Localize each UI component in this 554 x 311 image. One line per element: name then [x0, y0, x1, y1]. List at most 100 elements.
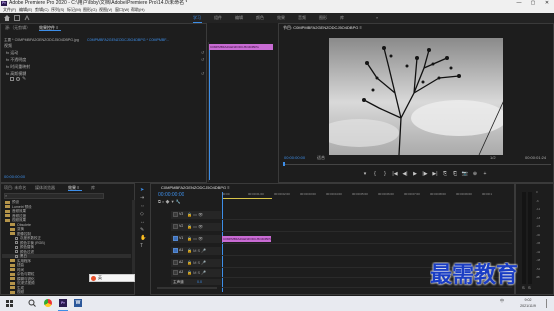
- effects-tree-item[interactable]: 时间: [2, 268, 131, 272]
- track-target-toggle[interactable]: [173, 224, 178, 229]
- effects-tree-item[interactable]: 预设: [2, 200, 131, 204]
- export-frame-button[interactable]: 📷: [461, 170, 469, 178]
- track-target-toggle[interactable]: [173, 270, 178, 275]
- reset-icon[interactable]: ↺: [201, 50, 204, 56]
- step-forward-button[interactable]: |▶: [421, 170, 429, 178]
- effects-tree-item[interactable]: 音频过渡: [2, 214, 131, 218]
- chrome-icon[interactable]: [44, 299, 52, 307]
- effects-tree-item[interactable]: Lumetri 预设: [2, 205, 131, 209]
- slip-tool-icon[interactable]: ↔: [140, 219, 145, 225]
- track-select-tool-icon[interactable]: ⇥: [140, 195, 144, 201]
- ime-toolbar[interactable]: 英: [89, 274, 135, 282]
- sequence-clip-label[interactable]: C0MPMBFA2GENZODCJ5O4DBPG * C0MPMBF...: [87, 37, 205, 43]
- effects-tree-item[interactable]: 音频效果: [2, 209, 131, 213]
- program-timecode[interactable]: 00:00:00:00: [284, 155, 305, 161]
- import-icon[interactable]: [14, 15, 20, 21]
- tab-libraries[interactable]: 库: [91, 184, 95, 191]
- effects-scrollbar[interactable]: [132, 200, 135, 280]
- workspace-tab[interactable]: 组件: [214, 13, 222, 23]
- track-target-toggle[interactable]: [173, 248, 178, 253]
- effect-row-opacity[interactable]: fx 不透明度: [6, 57, 26, 63]
- workspace-tab[interactable]: 库: [340, 13, 344, 23]
- program-scrubber[interactable]: [283, 164, 551, 165]
- pen-mask-icon[interactable]: ✎: [22, 76, 26, 82]
- track-target-toggle[interactable]: [173, 260, 178, 265]
- effects-tree-item[interactable]: 扭曲: [2, 263, 131, 267]
- workspace-tab[interactable]: 颜色: [256, 13, 264, 23]
- effects-tree-item[interactable]: 灰度系数校正: [2, 236, 131, 240]
- effects-tree-item[interactable]: 颜色过滤: [2, 250, 131, 254]
- track-controls[interactable]: 🔒 M S 🎤: [187, 259, 206, 266]
- resolution-dropdown[interactable]: 1/2: [490, 155, 496, 161]
- tab-source[interactable]: 源:（无剪辑）: [5, 24, 30, 31]
- effects-tree-item[interactable]: 黑白: [2, 254, 131, 258]
- rectangle-mask-icon[interactable]: [10, 77, 14, 81]
- effects-tree-item[interactable]: 实用程序: [2, 259, 131, 263]
- play-button[interactable]: ▶: [411, 170, 419, 178]
- effect-controls-timecode[interactable]: 00:00:00:00: [4, 174, 25, 180]
- tray-ime[interactable]: 中: [500, 298, 504, 303]
- track-target-toggle[interactable]: [173, 212, 178, 217]
- ime-language[interactable]: 英: [98, 275, 102, 281]
- show-desktop-button[interactable]: [546, 299, 547, 308]
- premiere-taskbar-icon[interactable]: Pr: [59, 299, 67, 307]
- effects-tree-item[interactable]: 生成: [2, 286, 131, 290]
- ripple-edit-tool-icon[interactable]: ⇔: [140, 203, 145, 209]
- solo-button-left[interactable]: S: [522, 285, 525, 291]
- effects-search-input[interactable]: [4, 193, 104, 199]
- fit-dropdown[interactable]: 适合: [317, 155, 325, 161]
- effects-tree-item[interactable]: 视频: [2, 290, 131, 294]
- tab-project[interactable]: 项目: 未命名: [4, 184, 26, 191]
- effect-row-time-remap[interactable]: fx 时间重映射: [6, 64, 30, 70]
- track-controls[interactable]: 🔒 ▭ 👁: [187, 211, 203, 218]
- timeline-timecode[interactable]: 00:00:00:00: [158, 192, 184, 198]
- windows-start-icon[interactable]: [6, 300, 13, 309]
- mark-in-button[interactable]: {: [371, 170, 379, 178]
- solo-button-right[interactable]: S: [528, 285, 531, 291]
- clock-date[interactable]: 2021/11/9: [516, 303, 540, 309]
- effects-tree-item[interactable]: 视频效果: [2, 218, 131, 222]
- timeline-hscroll[interactable]: [157, 287, 217, 289]
- tab-media-browser[interactable]: 媒体浏览器: [35, 184, 55, 191]
- effects-tree-item[interactable]: 颜色平衡 (RGB): [2, 241, 131, 245]
- workspace-tab[interactable]: 音频: [298, 13, 306, 23]
- add-button-button[interactable]: +: [481, 170, 489, 178]
- track-controls[interactable]: 🔒 M S 🎤: [187, 247, 206, 254]
- effects-tree-item[interactable]: 颜色替换: [2, 245, 131, 249]
- effect-row-motion[interactable]: fx 运动: [6, 50, 18, 56]
- reset-icon[interactable]: ↺: [201, 57, 204, 63]
- master-volume-value[interactable]: 0.0: [197, 279, 202, 286]
- effect-timeline-clip[interactable]: C0MPMBFA2GENZODCJ5O4DBPG: [209, 44, 273, 50]
- workspace-tab[interactable]: 效果: [277, 13, 285, 23]
- timeline-tools-icons[interactable]: ⧉ ◗ ◆ ▼ 🔧: [158, 199, 181, 205]
- reset-icon[interactable]: ↺: [201, 71, 204, 77]
- workspace-tab[interactable]: 图形: [319, 13, 327, 23]
- pen-tool-icon[interactable]: ✎: [140, 227, 144, 233]
- effects-tree-item[interactable]: 变换: [2, 227, 131, 231]
- step-back-button[interactable]: ◀|: [401, 170, 409, 178]
- track-controls[interactable]: 🔒 ▭ 👁: [187, 235, 203, 242]
- mark-out-button[interactable]: }: [381, 170, 389, 178]
- extract-button[interactable]: ⎗: [451, 170, 459, 178]
- home-icon[interactable]: [4, 15, 10, 21]
- timeline-sequence-tab[interactable]: C0MPMBFA2GENZODCJ5O4DBPG ≡: [161, 184, 230, 191]
- work-area-bar[interactable]: [222, 198, 272, 199]
- track-controls[interactable]: 🔒 ▭ 👁: [187, 223, 203, 230]
- go-to-in-button[interactable]: |◀: [391, 170, 399, 178]
- timeline-clip[interactable]: C0MPMBFA2GENZODCJ5O4DBPG.jpg: [222, 236, 271, 242]
- ellipse-mask-icon[interactable]: [16, 77, 20, 81]
- razor-tool-icon[interactable]: ◇: [140, 211, 144, 217]
- type-tool-icon[interactable]: T: [140, 243, 143, 249]
- track-controls[interactable]: 🔒 M S 🎤: [187, 269, 206, 276]
- maximize-button[interactable]: ▢: [526, 0, 540, 7]
- close-button[interactable]: ✕: [540, 0, 554, 7]
- effects-tree-item[interactable]: 图像控制: [2, 232, 131, 236]
- track-target-toggle[interactable]: [173, 236, 178, 241]
- search-icon[interactable]: [28, 299, 36, 309]
- effects-tree-item[interactable]: Obsolete: [2, 223, 131, 227]
- word-icon[interactable]: W: [74, 299, 82, 307]
- go-to-out-button[interactable]: ▶|: [431, 170, 439, 178]
- minimize-button[interactable]: —: [512, 0, 526, 7]
- insert-button[interactable]: ⊕: [471, 170, 479, 178]
- workspace-more[interactable]: »: [376, 13, 378, 23]
